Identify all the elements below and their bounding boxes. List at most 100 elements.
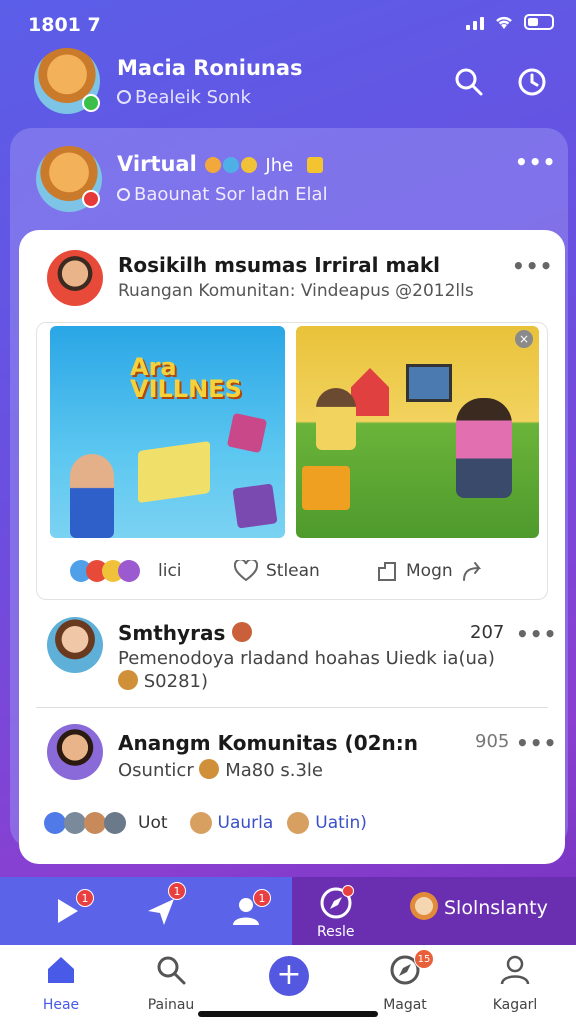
settings-icon[interactable] xyxy=(516,66,548,98)
comment-meta-text: Osunticr xyxy=(118,760,194,781)
comment-avatar[interactable] xyxy=(47,724,103,780)
tab-profile-label: Kagarl xyxy=(492,997,538,1013)
reaction-label: Uatin) xyxy=(315,813,367,833)
close-icon[interactable]: × xyxy=(515,330,533,348)
featured-name: Virtual Jhe xyxy=(117,152,324,176)
image-title: Ara VILLNES xyxy=(130,353,242,403)
comment-text: Pemenodoya rladand hoahas Uiedk ia(ua) xyxy=(118,648,495,669)
profile-icon xyxy=(500,955,530,985)
comment-more-icon[interactable]: ••• xyxy=(516,731,557,755)
reaction-row[interactable]: Uot Uaurla Uatin) xyxy=(44,812,367,834)
slide xyxy=(351,368,389,416)
featured-badge xyxy=(82,190,100,208)
toolbar-active-label[interactable]: Resle xyxy=(317,924,355,940)
emoji-icon xyxy=(104,812,126,834)
tab-home[interactable]: Heae xyxy=(16,953,106,1013)
status-time: 1801 7 xyxy=(28,14,101,36)
featured-name-text: Virtual xyxy=(117,152,197,176)
share-label: Mogn xyxy=(406,561,453,581)
status-bar: 1801 7 xyxy=(0,0,576,48)
share-icon xyxy=(378,562,396,581)
love-label: Stlean xyxy=(266,561,320,581)
emoji-icon xyxy=(84,812,106,834)
comment-count: 207 xyxy=(470,622,505,643)
featured-subtitle-text: Baounat Sor ladn Elal xyxy=(134,184,328,205)
forward-icon xyxy=(462,562,481,581)
emoji-icon xyxy=(241,157,258,173)
featured-emoji-text: Jhe xyxy=(265,155,294,176)
app-header: Macia Roniunas Bealeik Sonk xyxy=(0,44,576,124)
notification-badge: 1 xyxy=(76,889,94,907)
create-post-button[interactable]: + xyxy=(269,956,309,996)
online-badge xyxy=(82,94,100,112)
tab-home-label: Heae xyxy=(42,997,80,1013)
emoji-icon xyxy=(287,812,310,834)
post-subtitle: Ruangan Komunitan: Vindeapus @2012lls xyxy=(118,281,474,301)
trophy-icon xyxy=(306,157,323,173)
post-image-2[interactable]: × xyxy=(296,326,539,538)
action-toolbar: 1 1 1 Resle Slolnslanty xyxy=(0,877,576,945)
home-indicator xyxy=(198,1011,378,1017)
emoji-icon xyxy=(223,157,240,173)
emoji-icon xyxy=(118,670,138,690)
reaction-emojis xyxy=(70,560,140,582)
emoji-icon xyxy=(189,812,212,834)
game-cube xyxy=(232,483,278,529)
tab-profile[interactable]: Kagarl xyxy=(470,953,560,1013)
profile-subtitle-text: Bealeik Sonk xyxy=(135,87,251,108)
wifi-icon xyxy=(496,16,512,29)
post-author-avatar[interactable] xyxy=(47,250,103,306)
notification-badge: 1 xyxy=(253,889,271,907)
adult-figure xyxy=(456,398,512,498)
profile-subtitle: Bealeik Sonk xyxy=(117,87,251,108)
featured-subtitle: Baounat Sor ladn Elal xyxy=(117,184,328,205)
home-icon xyxy=(48,957,74,983)
tv-screen xyxy=(406,364,452,402)
more-options-icon[interactable]: ••• xyxy=(515,150,556,174)
comment-author: Smthyras xyxy=(118,621,253,645)
comment-meta: Osunticr Ma80 s.3le xyxy=(118,759,323,781)
post-more-icon[interactable]: ••• xyxy=(512,254,553,278)
emoji-icon xyxy=(118,560,140,582)
emoji-icon xyxy=(205,157,222,173)
clock-icon xyxy=(117,188,130,201)
heart-icon xyxy=(234,560,258,582)
battery-icon xyxy=(524,14,554,30)
emoji-icon xyxy=(199,759,220,779)
comment-author-name: Smthyras xyxy=(118,621,226,645)
mascot-icon xyxy=(410,892,438,920)
post-title: Rosikilh msumas Irriral makl xyxy=(118,253,440,277)
tab-search[interactable]: Painau xyxy=(126,953,216,1013)
game-cube xyxy=(226,412,268,454)
search-icon[interactable] xyxy=(453,66,485,98)
emoji-icon xyxy=(64,812,86,834)
signal-icon xyxy=(466,14,484,30)
emoji-icon xyxy=(232,622,253,642)
divider xyxy=(36,707,548,708)
reaction-label: Uot xyxy=(138,813,168,833)
reaction-count: lici xyxy=(158,561,182,581)
comment-count: 905 xyxy=(475,731,510,752)
toolbar-right-label[interactable]: Slolnslanty xyxy=(444,897,548,919)
notification-badge xyxy=(342,885,354,897)
comment-author: Anangm Komunitas (02n:n xyxy=(118,731,418,755)
comment-meta: S0281) xyxy=(118,670,208,692)
comment-more-icon[interactable]: ••• xyxy=(516,622,557,646)
comment-avatar[interactable] xyxy=(47,617,103,673)
tab-magat[interactable]: Magat xyxy=(360,953,450,1013)
share-button[interactable]: Mogn xyxy=(376,560,485,582)
child-figure xyxy=(316,388,356,450)
game-cube xyxy=(138,440,210,504)
toy-box xyxy=(302,466,350,510)
comment-meta-text: S0281) xyxy=(143,671,208,692)
profile-name: Macia Roniunas xyxy=(117,56,303,80)
love-button[interactable]: Stlean xyxy=(234,560,320,582)
notification-badge: 15 xyxy=(414,949,434,969)
star-icon xyxy=(44,812,66,834)
post-reactions[interactable]: lici xyxy=(70,560,182,582)
search-icon xyxy=(157,956,186,985)
post-image-1[interactable]: Ara VILLNES xyxy=(50,326,285,538)
status-icons xyxy=(466,14,554,30)
notification-badge: 1 xyxy=(168,882,186,900)
comment-meta-text-2: Ma80 s.3le xyxy=(225,760,324,781)
